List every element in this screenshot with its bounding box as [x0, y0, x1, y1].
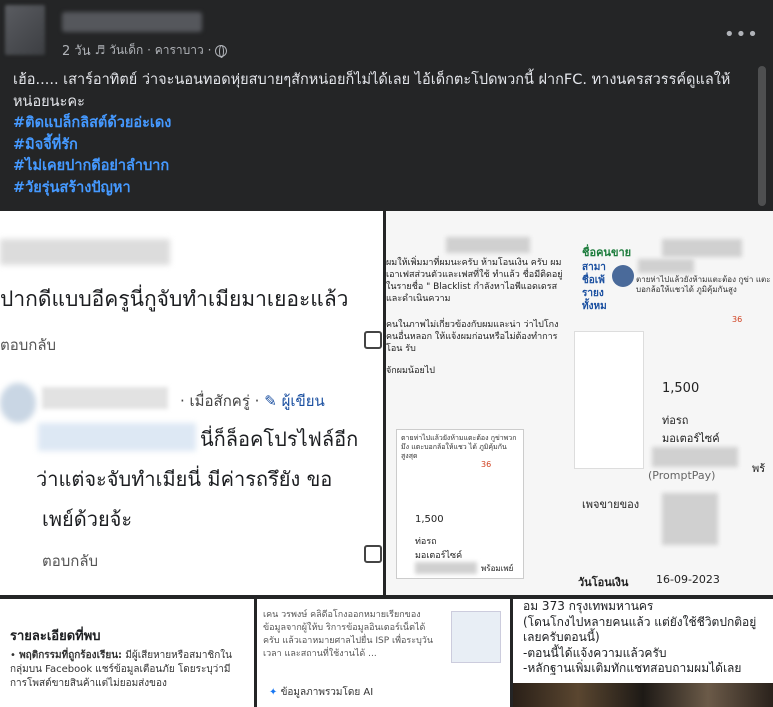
transfer-details: ชื่อคนขาย สามา ชื่อเพ้ รายง ทั้งหม ตายห่…	[572, 211, 773, 595]
photo-report-text[interactable]: อม 373 กรุงเทพมหานคร (โดนโกงไปหลายคนแล้ว…	[513, 599, 773, 707]
payment-method: (PromptPay)	[648, 469, 716, 482]
date-value: 16-09-2023	[656, 573, 720, 586]
comment-text: ตายห่าไปแล้วยังห้ามแตะต้อง กูข่า แตะบอกล…	[636, 275, 771, 294]
avatar	[0, 383, 36, 423]
item-label: ท่อรถมอเตอร์ไซค์	[415, 537, 463, 561]
hashtag-link[interactable]: #ติดแบล็กลิสต์ด้วยอ่ะเดง	[13, 113, 753, 135]
hashtag-link[interactable]: #วัยรุ่นสร้างปัญหา	[13, 178, 753, 200]
comment-text: ปากดีแบบอีครูนี่กูจับทำเมียมาเยอะแล้ว	[0, 287, 349, 311]
ai-label-text: ข้อมูลภาพรวมโดย AI	[280, 687, 374, 698]
date-label: วันโอนเงิน	[578, 576, 629, 589]
card-text: ตายห่าไปแล้วยังห้ามแตะต้อง กูข่าพวกมึง แ…	[401, 434, 517, 460]
photo-strip	[513, 683, 773, 707]
redacted-area	[662, 239, 742, 257]
thumbnail-image	[451, 611, 501, 663]
chat-paragraph: คนในภาพไม่เกี่ยวข้องกับผมและน่า ว่าไปโกง…	[386, 320, 559, 354]
details-title: รายละเอียดที่พบ	[10, 629, 101, 644]
post-meta: 2 วัน ♬ วันเด็ก · คาราบาว ·	[62, 40, 228, 61]
item-label: ท่อรถมอเตอร์ไซค์	[662, 414, 720, 445]
item-title: พฤติกรรมที่ถูกร้องเรียน:	[19, 650, 123, 661]
like-icon	[364, 331, 382, 349]
details-item: • พฤติกรรมที่ถูกร้องเรียน: มีผู้เสียหายห…	[10, 650, 232, 689]
author-label: ผู้เขียน	[281, 392, 325, 410]
redacted-area	[0, 239, 170, 265]
photo-ai-overview[interactable]: เคน วรพงษ์ คลิดีอโกงออกหมายเรียกของ ข้อม…	[257, 599, 510, 707]
ai-overview-label: ✦ ข้อมูลภาพรวมโดย AI	[269, 685, 373, 700]
photo-screenshot-collage[interactable]: ผมให้เพิ่มมาที่ผมนะครับ ห้ามโอนเงิน ครับ…	[386, 211, 773, 595]
avatar	[612, 265, 634, 287]
reply-link: ตอบกลับ	[42, 552, 99, 570]
comment-meta: · เมื่อสักครู่ · ✎ ผู้เขียน	[180, 389, 325, 413]
cut-off-text: พร้	[752, 462, 766, 475]
photo-details-found[interactable]: รายละเอียดที่พบ • พฤติกรรมที่ถูกร้องเรีย…	[0, 599, 254, 707]
sparkle-icon: ✦	[269, 687, 278, 698]
photo-comment-screenshot[interactable]: ปากดีแบบอีครูนี่กูจับทำเมียมาเยอะแล้ว ตอ…	[0, 211, 383, 595]
author-name-redacted[interactable]	[62, 12, 202, 32]
redacted-area	[638, 259, 694, 273]
comment-text: นี่ก็ล็อคโปรไฟล์อีก	[200, 427, 359, 451]
transaction-list	[574, 331, 644, 469]
post-header: 2 วัน ♬ วันเด็ก · คาราบาว · •••	[0, 0, 773, 66]
music-note[interactable]: ♬ วันเด็ก · คาราบาว ·	[95, 41, 212, 60]
search-snippet: เคน วรพงษ์ คลิดีอโกงออกหมายเรียกของ ข้อม…	[263, 610, 433, 659]
chat-paragraph: จักผมน้อยไป	[386, 366, 435, 376]
more-options-button[interactable]: •••	[724, 24, 759, 45]
caption-text: เฮ้อ..... เสาร์อาทิตย์ ว่าจะนอนทอดหุ่ยสบ…	[13, 72, 731, 110]
comment-time: · เมื่อสักครู่ ·	[180, 392, 260, 410]
globe-icon	[215, 44, 228, 58]
embedded-screenshot: ตายห่าไปแล้วยังห้ามแตะต้อง กูข่าพวกมึง แ…	[396, 429, 524, 579]
redacted-name	[38, 423, 196, 451]
amount: 1,500	[662, 381, 700, 396]
post-caption: เฮ้อ..... เสาร์อาทิตย์ ว่าจะนอนทอดหุ่ยสบ…	[13, 70, 753, 199]
redacted-area	[662, 493, 718, 545]
redacted-area	[652, 447, 738, 467]
redacted-name	[42, 387, 168, 409]
post-time[interactable]: 2 วัน	[62, 40, 91, 61]
post-image-grid: ปากดีแบบอีครูนี่กูจับทำเมียมาเยอะแล้ว ตอ…	[0, 211, 773, 707]
hashtag-link[interactable]: #มิจจี้ที่รัก	[13, 135, 753, 157]
wallet-label: เพจขายของ	[582, 498, 640, 511]
amount: 1,500	[415, 514, 444, 525]
side-text: สามา ชื่อเพ้ รายง ทั้งหม	[582, 262, 607, 312]
report-text: อม 373 กรุงเทพมหานคร (โดนโกงไปหลายคนแล้ว…	[523, 599, 757, 675]
like-icon	[364, 545, 382, 563]
payment-label: พร้อมเพย์	[481, 564, 514, 573]
chat-paragraph: ผมให้เพิ่มมาที่ผมนะครับ ห้ามโอนเงิน ครับ…	[386, 258, 563, 304]
seller-label: ชื่อคนขาย	[582, 246, 632, 259]
comment-text: ว่าแต่จะจับทำเมียนี่ มีค่ารถรึยัง ขอ	[36, 467, 333, 491]
reply-link: ตอบกลับ	[0, 336, 57, 354]
reaction-count: 36	[732, 315, 743, 324]
hashtag-link[interactable]: #ไม่เคยปากดีอย่าลำบาก	[13, 156, 753, 178]
redacted-area	[415, 562, 477, 574]
scrollbar[interactable]	[758, 66, 766, 206]
author-badge: ✎ ผู้เขียน	[264, 392, 325, 410]
reaction-count: 36	[481, 460, 492, 469]
avatar[interactable]	[5, 5, 45, 55]
comment-text: เพย์ด้วยจ้ะ	[42, 507, 133, 531]
